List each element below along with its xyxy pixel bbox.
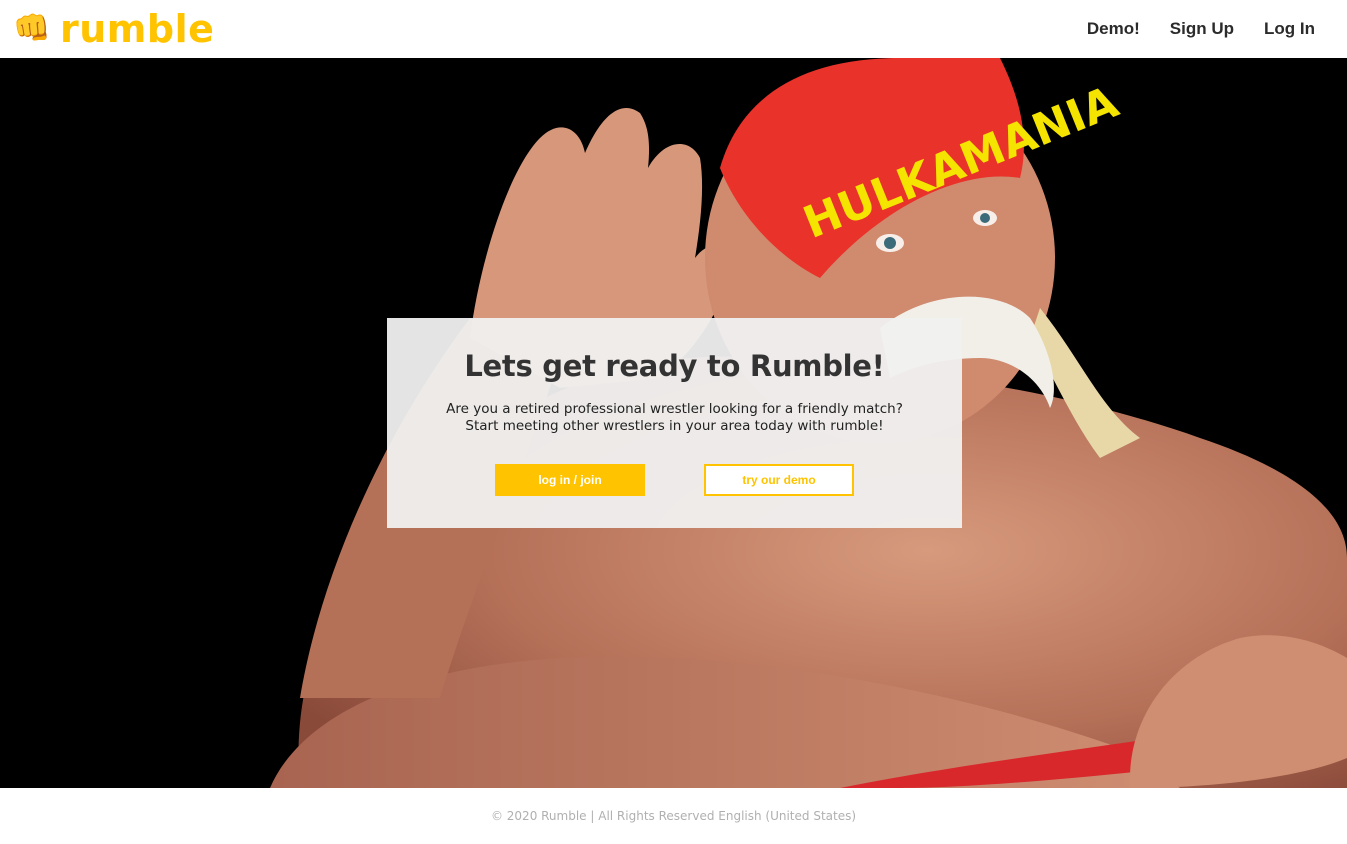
welcome-title: Lets get ready to Rumble! — [464, 349, 885, 383]
nav-links: Demo! Sign Up Log In — [1087, 19, 1335, 39]
login-join-button[interactable]: log in / join — [495, 464, 645, 496]
nav-link-sign-up[interactable]: Sign Up — [1170, 19, 1234, 39]
fist-icon: 👊 — [13, 11, 51, 46]
welcome-line-2: Start meeting other wrestlers in your ar… — [465, 418, 884, 434]
try-demo-button[interactable]: try our demo — [704, 464, 854, 496]
nav-link-demo[interactable]: Demo! — [1087, 19, 1140, 39]
welcome-line-1: Are you a retired professional wrestler … — [446, 401, 903, 417]
welcome-description: Are you a retired professional wrestler … — [387, 401, 962, 435]
brand-logo[interactable]: 👊 rumble — [12, 7, 214, 51]
hero-section: HULKAMANIA Lets get ready to Rumble! Are… — [0, 58, 1347, 788]
page-footer: © 2020 Rumble | All Rights Reserved Engl… — [0, 788, 1347, 844]
footer-text: © 2020 Rumble | All Rights Reserved Engl… — [490, 809, 857, 823]
welcome-card: Lets get ready to Rumble! Are you a reti… — [387, 318, 962, 528]
brand-name: rumble — [60, 7, 215, 51]
top-navbar: 👊 rumble Demo! Sign Up Log In — [0, 0, 1347, 58]
cta-buttons: log in / join try our demo — [387, 464, 962, 496]
nav-link-log-in[interactable]: Log In — [1264, 19, 1315, 39]
